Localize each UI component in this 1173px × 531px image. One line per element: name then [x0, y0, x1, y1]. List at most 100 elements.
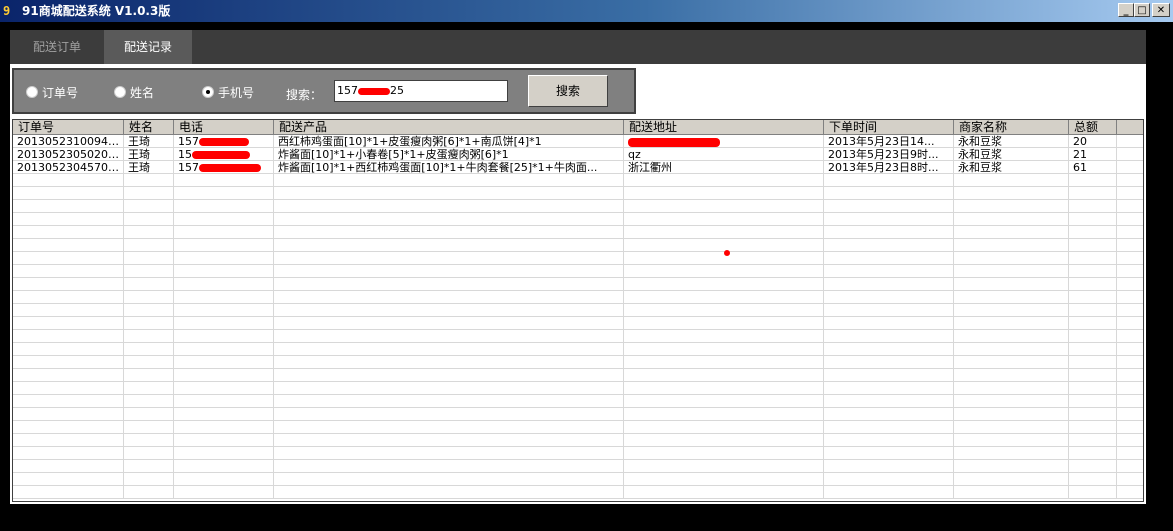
empty-cell: [174, 356, 274, 369]
column-header-address[interactable]: 配送地址: [624, 120, 824, 135]
empty-cell: [824, 486, 954, 499]
empty-table-row: [13, 343, 1143, 356]
column-header-total[interactable]: 总额: [1069, 120, 1117, 135]
column-header-order-no[interactable]: 订单号: [13, 120, 124, 135]
tab-delivery-records[interactable]: 配送记录: [104, 30, 192, 64]
empty-cell: [13, 382, 124, 395]
empty-cell: [124, 213, 174, 226]
empty-table-row: [13, 213, 1143, 226]
empty-table-row: [13, 265, 1143, 278]
empty-cell: [124, 239, 174, 252]
empty-cell: [1069, 421, 1117, 434]
search-label: 搜索：: [286, 88, 323, 102]
empty-cell: [274, 473, 624, 486]
empty-cell: [1117, 395, 1143, 408]
search-panel: 订单号 姓名 手机号 搜索： 157 25 搜索: [12, 68, 636, 114]
empty-cell: [174, 174, 274, 187]
empty-cell: [124, 252, 174, 265]
redaction-mark: [628, 137, 720, 147]
empty-cell: [124, 434, 174, 447]
empty-cell: [1117, 252, 1143, 265]
phone-prefix: 157: [178, 135, 199, 148]
title-bar[interactable]: 9 91商城配送系统 V1.0.3版 _ □ ✕: [0, 0, 1173, 22]
empty-table-row: [13, 447, 1143, 460]
empty-cell: [174, 434, 274, 447]
radio-order-number[interactable]: 订单号: [26, 86, 78, 102]
empty-cell: [1117, 382, 1143, 395]
column-header-name[interactable]: 姓名: [124, 120, 174, 135]
empty-cell: [954, 395, 1069, 408]
empty-cell: [1117, 447, 1143, 460]
table-row[interactable]: 2013052310094794 王琦 157 西红柿鸡蛋面[10]*1+皮蛋瘦…: [13, 135, 1143, 148]
cell-merchant: 永和豆浆: [954, 135, 1069, 148]
maximize-button[interactable]: □: [1134, 3, 1150, 17]
table-row[interactable]: 2013052305020286 王琦 15 炸酱面[10]*1+小春卷[5]*…: [13, 148, 1143, 161]
empty-table-row: [13, 291, 1143, 304]
empty-cell: [274, 434, 624, 447]
empty-cell: [1069, 330, 1117, 343]
minimize-button[interactable]: _: [1118, 3, 1134, 17]
column-header-merchant[interactable]: 商家名称: [954, 120, 1069, 135]
empty-cell: [954, 200, 1069, 213]
empty-cell: [174, 460, 274, 473]
tab-delivery-orders[interactable]: 配送订单: [10, 30, 104, 64]
redaction-mark: [199, 164, 261, 172]
empty-cell: [624, 421, 824, 434]
empty-cell: [124, 187, 174, 200]
empty-table-row: [13, 369, 1143, 382]
empty-cell: [13, 421, 124, 434]
empty-cell: [124, 382, 174, 395]
empty-cell: [824, 265, 954, 278]
empty-cell: [274, 304, 624, 317]
empty-cell: [624, 395, 824, 408]
search-input[interactable]: 157 25: [334, 80, 508, 102]
empty-cell: [274, 226, 624, 239]
empty-cell: [13, 343, 124, 356]
empty-cell: [824, 252, 954, 265]
empty-cell: [174, 187, 274, 200]
radio-icon: [114, 86, 126, 98]
empty-cell: [274, 395, 624, 408]
empty-table-row: [13, 200, 1143, 213]
empty-cell: [124, 317, 174, 330]
empty-cell: [274, 317, 624, 330]
empty-cell: [1069, 408, 1117, 421]
radio-label: 订单号: [42, 86, 79, 100]
table-row[interactable]: 2013052304570161 王琦 157 炸酱面[10]*1+西红柿鸡蛋面…: [13, 161, 1143, 174]
empty-cell: [624, 330, 824, 343]
empty-cell: [954, 434, 1069, 447]
cell-order-time: 2013年5月23日9时...: [824, 148, 954, 161]
empty-cell: [954, 460, 1069, 473]
empty-cell: [1117, 317, 1143, 330]
close-button[interactable]: ✕: [1152, 3, 1170, 17]
empty-cell: [1117, 187, 1143, 200]
column-header-products[interactable]: 配送产品: [274, 120, 624, 135]
empty-cell: [13, 304, 124, 317]
empty-cell: [274, 200, 624, 213]
empty-cell: [1117, 408, 1143, 421]
radio-name[interactable]: 姓名: [114, 86, 154, 102]
empty-cell: [174, 330, 274, 343]
empty-cell: [824, 317, 954, 330]
empty-cell: [624, 278, 824, 291]
column-header-order-time[interactable]: 下单时间: [824, 120, 954, 135]
tab-bar: 配送订单 配送记录: [10, 30, 1146, 64]
empty-cell: [954, 252, 1069, 265]
empty-table-row: [13, 317, 1143, 330]
radio-phone[interactable]: 手机号: [202, 86, 254, 102]
empty-cell: [174, 265, 274, 278]
empty-cell: [954, 421, 1069, 434]
empty-cell: [124, 395, 174, 408]
empty-cell: [824, 174, 954, 187]
search-value-suffix: 25: [390, 84, 404, 97]
empty-cell: [174, 252, 274, 265]
empty-cell: [624, 174, 824, 187]
column-header-phone[interactable]: 电话: [174, 120, 274, 135]
search-button[interactable]: 搜索: [528, 75, 608, 107]
cell-merchant: 永和豆浆: [954, 148, 1069, 161]
empty-cell: [1069, 187, 1117, 200]
empty-cell: [13, 200, 124, 213]
empty-cell: [13, 239, 124, 252]
empty-table-row: [13, 460, 1143, 473]
empty-cell: [274, 174, 624, 187]
